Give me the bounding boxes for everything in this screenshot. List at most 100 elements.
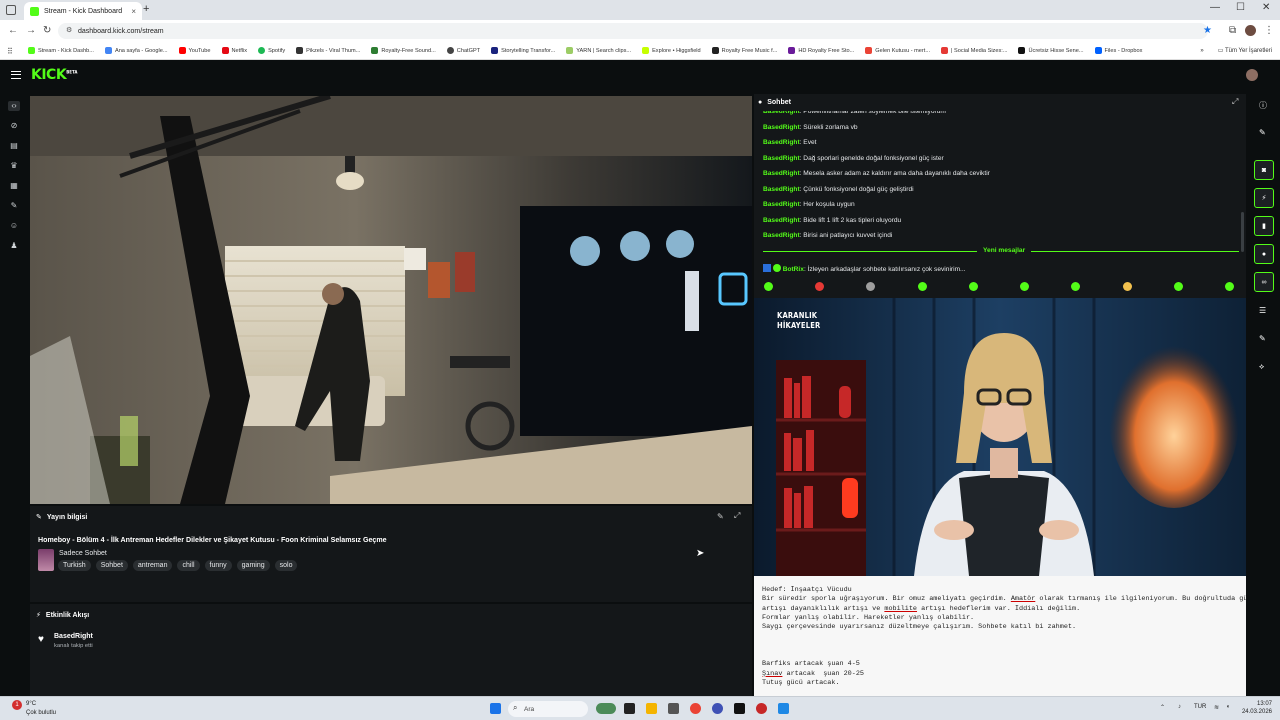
bolt-tool-icon[interactable]: ⚡ <box>1254 188 1274 208</box>
trophy-nav-icon[interactable]: ♛ <box>9 161 19 171</box>
emote-icon[interactable] <box>764 282 773 291</box>
chat-username[interactable]: BasedRight <box>763 232 800 239</box>
chat-popout-icon[interactable]: ⤢ <box>1232 97 1238 107</box>
bookmark-item[interactable]: Spotify <box>258 47 285 54</box>
all-bookmarks-button[interactable]: » ▭ Tüm Yer İşaretleri <box>1194 47 1272 54</box>
tag-chip[interactable]: gaming <box>236 560 270 571</box>
tag-chip[interactable]: solo <box>274 560 298 571</box>
emote-icon[interactable] <box>1122 282 1132 291</box>
emote-icon[interactable] <box>1020 282 1030 291</box>
bookmark-item[interactable]: Ana sayfa - Google... <box>104 47 168 54</box>
bookmark-item[interactable]: HD Royalty Free Sto... <box>788 47 854 54</box>
forward-icon[interactable]: → <box>26 25 36 36</box>
tag-chip[interactable]: Turkish <box>58 560 91 571</box>
stream-preview-video[interactable] <box>30 96 752 504</box>
emote-icon[interactable] <box>815 282 825 291</box>
stack-icon[interactable]: ☰ <box>1259 306 1266 315</box>
close-window-icon[interactable]: ✕ <box>1262 2 1270 13</box>
stream-category[interactable]: Sadece Sohbet <box>59 550 107 557</box>
task-view-icon[interactable] <box>624 703 635 714</box>
activity-username[interactable]: BasedRight <box>54 633 93 640</box>
language-indicator[interactable]: TUR <box>1194 704 1206 710</box>
kick-logo[interactable]: KICKBETA <box>31 67 77 83</box>
back-icon[interactable]: ← <box>8 25 18 36</box>
bookmark-item[interactable]: Royalty-Free Sound... <box>371 47 436 54</box>
tag-chip[interactable]: Sohbet <box>95 560 128 571</box>
category-thumbnail[interactable] <box>38 549 54 571</box>
link-nav-icon[interactable]: ⊘ <box>9 121 19 131</box>
chat-username[interactable]: BasedRight <box>763 124 800 131</box>
chat-scrollbar[interactable] <box>1241 212 1244 252</box>
bookmark-item[interactable]: Gelen Kutusu - mert... <box>865 47 930 54</box>
windows-start-icon[interactable] <box>490 703 501 714</box>
tag-chip[interactable]: funny <box>204 560 232 571</box>
bookmark-item[interactable]: Stream - Kick Dashb... <box>28 47 94 54</box>
browser-tab-active[interactable]: Stream - Kick Dashboard × <box>24 2 142 20</box>
taskbar-app-icon[interactable] <box>712 703 723 714</box>
bookmark-item[interactable]: Netflix <box>221 47 247 54</box>
new-tab-button[interactable]: + <box>143 3 149 15</box>
tag-chip[interactable]: chill <box>177 560 200 571</box>
wrench-icon[interactable]: ✎ <box>1259 334 1266 343</box>
link-tool-icon[interactable]: ∞ <box>1254 272 1274 292</box>
edit-stream-info-icon[interactable]: ✎ <box>717 512 724 521</box>
extensions-icon[interactable]: ⧉ <box>1229 25 1236 36</box>
emote-icon[interactable] <box>1173 282 1183 291</box>
notes-text-area[interactable]: Hedef: İnşaatçı Vücudu Bir süredir sporla… <box>754 576 1246 696</box>
browser-menu-icon[interactable]: ⋮ <box>1264 25 1274 36</box>
tools-nav-icon[interactable]: ✎ <box>9 201 19 211</box>
emote-icon[interactable] <box>1224 282 1234 291</box>
taskbar-app-icon[interactable] <box>756 703 767 714</box>
taskbar-app-icon[interactable] <box>668 703 679 714</box>
user-avatar[interactable] <box>1246 69 1258 81</box>
info-icon[interactable]: ⓘ <box>1259 100 1267 111</box>
mic-icon[interactable]: ♪ <box>1178 704 1181 710</box>
media-nav-icon[interactable]: ▦ <box>9 181 19 191</box>
bookmark-item[interactable]: YouTube <box>178 47 211 54</box>
taskbar-widget-icon[interactable] <box>596 703 616 714</box>
tab-search-icon[interactable] <box>6 5 16 15</box>
minimize-icon[interactable]: — <box>1210 2 1220 13</box>
popout-icon[interactable]: ⤢ <box>734 511 740 521</box>
bookmark-item[interactable]: Files - Dropbox <box>1094 47 1142 54</box>
chat-username[interactable]: BasedRight <box>763 139 800 146</box>
emote-icon[interactable] <box>1071 282 1081 291</box>
chat-username[interactable]: BasedRight <box>763 111 800 115</box>
secondary-video[interactable]: KARANLIK HİKAYELER <box>754 298 1246 576</box>
profile-avatar[interactable] <box>1245 25 1256 36</box>
chrome-icon[interactable] <box>690 703 701 714</box>
chat-username[interactable]: BasedRight <box>763 155 800 162</box>
clock-date[interactable]: 24.03.2026 <box>1240 709 1272 715</box>
bookmark-item[interactable]: YARN | Search clips... <box>566 47 631 54</box>
clock-time[interactable]: 13:07 <box>1240 701 1272 707</box>
url-input[interactable]: ⚙ dashboard.kick.com/stream <box>58 23 1208 39</box>
bookmark-item[interactable]: Royalty Free Music f... <box>711 47 777 54</box>
maximize-icon[interactable]: ☐ <box>1236 2 1245 13</box>
emote-icon[interactable] <box>866 282 876 291</box>
chat-tool-icon[interactable]: ● <box>1254 244 1274 264</box>
chat-username[interactable]: BasedRight <box>763 170 800 177</box>
weather-temp[interactable]: 9°C <box>26 701 36 707</box>
chat-username[interactable]: BasedRight <box>763 186 800 193</box>
stream-nav-icon[interactable]: ‹› <box>8 101 20 111</box>
taskbar-search[interactable]: ⌕ Ara <box>508 701 588 717</box>
tab-close-icon[interactable]: × <box>131 7 136 16</box>
weather-desc[interactable]: Çok bulutlu <box>26 710 56 716</box>
chat-username[interactable]: BotRix <box>783 266 804 273</box>
tag-chip[interactable]: antreman <box>132 560 173 571</box>
dashboard-nav-icon[interactable]: ▤ <box>9 141 19 151</box>
clipboard-tool-icon[interactable]: ▮ <box>1254 216 1274 236</box>
bookmark-item[interactable]: ChatGPT <box>446 47 480 54</box>
bookmark-item[interactable]: Pikzels - Viral Thum... <box>296 47 360 54</box>
taskbar-app-icon[interactable] <box>734 703 745 714</box>
notepad-icon[interactable] <box>778 703 789 714</box>
edit-icon[interactable]: ✎ <box>1259 128 1266 137</box>
hamburger-menu-icon[interactable] <box>11 71 21 79</box>
emote-icon[interactable] <box>917 282 927 291</box>
bookmark-item[interactable]: Ücretsiz Hisse Sene... <box>1018 47 1084 54</box>
volume-icon[interactable]: ◖ <box>1226 704 1230 710</box>
bookmark-item[interactable]: Explore • Higgsfield <box>642 47 701 54</box>
bookmark-item[interactable]: Storytelling Transfor... <box>491 47 555 54</box>
users-nav-icon[interactable]: ☺ <box>9 221 19 231</box>
tray-expand-icon[interactable]: ⌃ <box>1160 704 1165 711</box>
